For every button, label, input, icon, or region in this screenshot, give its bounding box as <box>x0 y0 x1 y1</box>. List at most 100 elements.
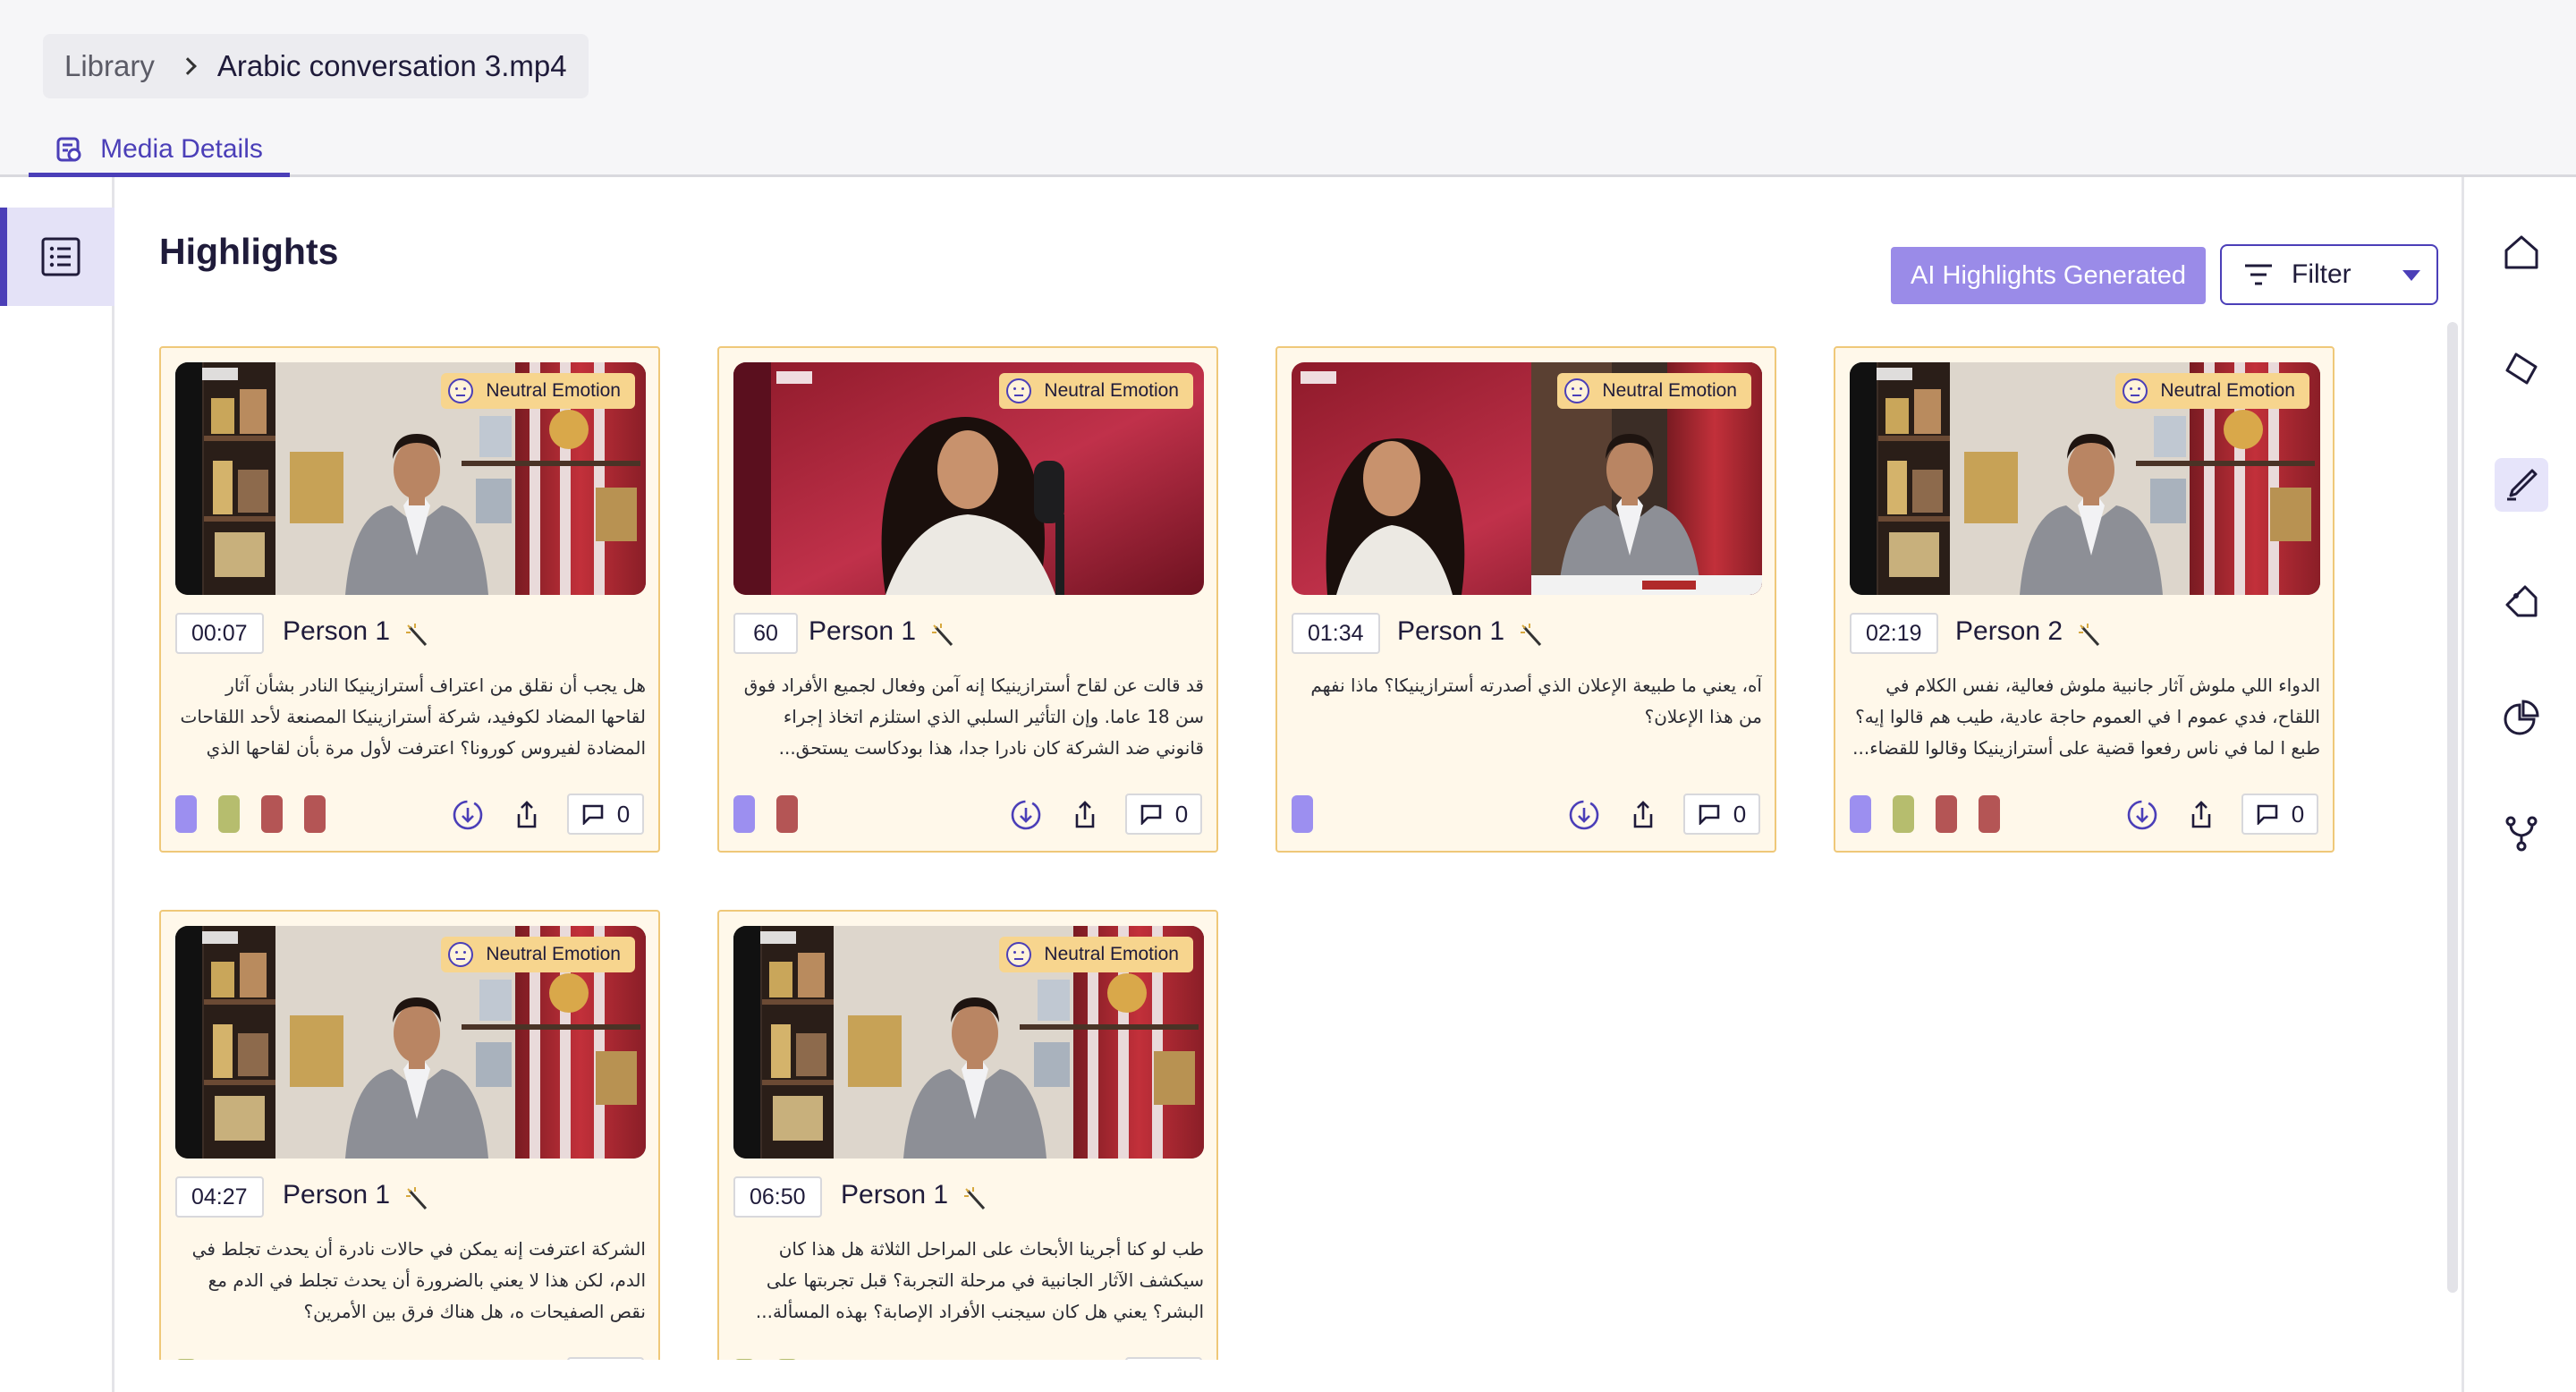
magic-wand-icon[interactable] <box>928 620 959 650</box>
comment-icon <box>2257 804 2278 825</box>
tag-list <box>175 795 326 833</box>
tag-chip[interactable] <box>776 1359 798 1360</box>
chevron-down-icon <box>2402 270 2420 281</box>
magic-wand-icon[interactable] <box>402 620 433 650</box>
share-button[interactable] <box>1064 794 1106 836</box>
magic-wand-icon[interactable] <box>961 1184 991 1214</box>
magic-wand-icon[interactable] <box>2075 620 2106 650</box>
transcript-text: الشركة اعترفت إنه يمكن في حالات نادرة أن… <box>191 1238 646 1322</box>
neutral-face-icon <box>1006 378 1032 403</box>
comments-button[interactable]: 0 <box>1125 1357 1202 1360</box>
emotion-label: Neutral Emotion <box>1602 380 1737 401</box>
speaker-name: Person 1 <box>283 616 391 646</box>
video-thumbnail[interactable]: Neutral Emotion <box>1292 362 1762 595</box>
analytics-button[interactable] <box>2495 691 2548 744</box>
transcript-text: طب لو كنا أجرينا الأبحاث على المراحل الث… <box>755 1238 1204 1322</box>
comments-button[interactable]: 0 <box>1683 794 1760 835</box>
tag-icon <box>2505 585 2538 617</box>
video-thumbnail[interactable]: Neutral Emotion <box>175 362 646 595</box>
highlight-card[interactable]: Neutral Emotion 00:07 Person 1 هل يجب أن… <box>159 346 660 853</box>
speaker-name: Person 1 <box>283 1180 391 1210</box>
emotion-label: Neutral Emotion <box>1044 944 1179 964</box>
breadcrumb-library-link[interactable]: Library <box>64 49 155 83</box>
media-details-icon <box>56 137 81 161</box>
tag-list <box>733 795 798 833</box>
transcript-text: هل يجب أن نقلق من اعتراف أسترازينيكا الن… <box>180 675 646 759</box>
breadcrumb: Library Arabic conversation 3.mp4 <box>43 34 589 98</box>
emotion-label: Neutral Emotion <box>486 380 621 401</box>
highlight-pen-button[interactable] <box>2495 458 2548 512</box>
right-rail <box>2462 177 2576 1392</box>
share-button[interactable] <box>2181 794 2222 836</box>
comment-icon <box>1140 804 1162 825</box>
highlights-list-button[interactable] <box>0 208 114 306</box>
timestamp[interactable]: 06:50 <box>733 1176 822 1218</box>
workflow-button[interactable] <box>2495 807 2548 861</box>
tag-chip[interactable] <box>1292 795 1313 833</box>
highlight-card[interactable]: Neutral Emotion 01:34 Person 1 آه، يعني … <box>1275 346 1776 853</box>
tab-media-details[interactable]: Media Details <box>29 125 290 177</box>
emotion-label: Neutral Emotion <box>2160 380 2295 401</box>
comments-button[interactable]: 0 <box>2241 794 2318 835</box>
tag-chip[interactable] <box>776 795 798 833</box>
pen-icon <box>2507 469 2538 501</box>
emotion-badge: Neutral Emotion <box>999 373 1193 409</box>
timestamp[interactable]: 00:07 <box>175 613 264 654</box>
emotion-badge: Neutral Emotion <box>441 937 635 972</box>
comments-button[interactable]: 0 <box>567 794 644 835</box>
magic-wand-icon[interactable] <box>1517 620 1547 650</box>
timestamp[interactable]: 60 <box>733 613 798 654</box>
share-button[interactable] <box>1623 794 1664 836</box>
highlight-card[interactable]: Neutral Emotion 06:50 Person 1 طب لو كنا… <box>717 910 1218 1360</box>
tag-chip[interactable] <box>733 1359 755 1360</box>
download-button[interactable] <box>447 794 488 836</box>
timestamp[interactable]: 02:19 <box>1850 613 1938 654</box>
tag-chip[interactable] <box>175 795 197 833</box>
speaker-name: Person 1 <box>809 616 917 646</box>
tag-chip[interactable] <box>1893 795 1914 833</box>
comments-button[interactable]: 0 <box>1125 794 1202 835</box>
video-thumbnail[interactable]: Neutral Emotion <box>175 926 646 1159</box>
video-thumbnail[interactable]: Neutral Emotion <box>733 926 1204 1159</box>
tag-chip[interactable] <box>175 1359 197 1360</box>
neutral-face-icon <box>2123 378 2148 403</box>
share-button[interactable] <box>506 794 547 836</box>
video-thumbnail[interactable]: Neutral Emotion <box>1850 362 2320 595</box>
download-icon <box>2127 800 2157 830</box>
transcript-text: الدواء اللي ملوش آثار جانبية ملوش فعالية… <box>1852 675 2320 759</box>
transcript-text: آه، يعني ما طبيعة الإعلان الذي أصدرته أس… <box>1310 675 1762 727</box>
timestamp[interactable]: 04:27 <box>175 1176 264 1218</box>
download-button[interactable] <box>1005 794 1046 836</box>
comment-icon <box>1699 804 1720 825</box>
filter-dropdown[interactable]: Filter <box>2220 244 2438 305</box>
download-button[interactable] <box>2122 794 2163 836</box>
magic-wand-icon[interactable] <box>402 1184 433 1214</box>
emotion-badge: Neutral Emotion <box>999 937 1193 972</box>
timestamp[interactable]: 01:34 <box>1292 613 1380 654</box>
tag-chip[interactable] <box>1936 795 1957 833</box>
highlight-card[interactable]: Neutral Emotion 60 Person 1 قد قالت عن ل… <box>717 346 1218 853</box>
tag-chip[interactable] <box>261 795 283 833</box>
tag-chip[interactable] <box>218 795 240 833</box>
home-button[interactable] <box>2495 225 2548 279</box>
tag-chip[interactable] <box>1979 795 2000 833</box>
home-icon <box>2504 235 2538 269</box>
tag-button[interactable] <box>2495 574 2548 628</box>
tag-chip[interactable] <box>1850 795 1871 833</box>
share-icon <box>517 801 537 828</box>
highlight-card[interactable]: Neutral Emotion 04:27 Person 1 الشركة اع… <box>159 910 660 1360</box>
download-icon <box>453 800 483 830</box>
highlight-card[interactable]: Neutral Emotion 02:19 Person 2 الدواء ال… <box>1834 346 2334 853</box>
download-icon <box>1569 800 1599 830</box>
page-title: Highlights <box>159 231 339 272</box>
emotion-badge: Neutral Emotion <box>441 373 635 409</box>
tag-chip[interactable] <box>733 795 755 833</box>
download-button[interactable] <box>1563 794 1605 836</box>
tag-chip[interactable] <box>304 795 326 833</box>
list-icon <box>41 237 80 276</box>
scrollbar[interactable] <box>2447 322 2458 1293</box>
eraser-button[interactable] <box>2495 342 2548 395</box>
video-thumbnail[interactable]: Neutral Emotion <box>733 362 1204 595</box>
comments-button[interactable]: 0 <box>567 1357 644 1360</box>
share-icon <box>2191 801 2211 828</box>
